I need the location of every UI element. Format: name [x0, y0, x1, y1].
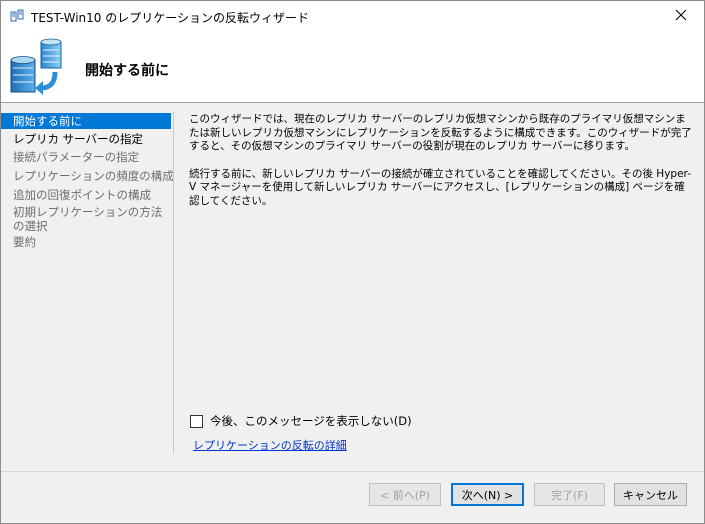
dont-show-again-row[interactable]: 今後、このメッセージを表示しない(D): [190, 413, 412, 429]
title-bar: TEST-Win10 のレプリケーションの反転ウィザード: [1, 1, 704, 32]
replication-icon: [10, 9, 24, 23]
nav-item-summary: 要約: [13, 235, 36, 249]
nav-item-recovery-points: 追加の回復ポイントの構成: [13, 188, 151, 202]
dont-show-again-label[interactable]: 今後、このメッセージを表示しない(D): [210, 413, 412, 429]
nav-item-initial-replication: 初期レプリケーションの方法の選択: [13, 205, 163, 233]
description-paragraph-1: このウィザードでは、現在のレプリカ サーバーのレプリカ仮想マシンから既存のプライ…: [189, 113, 692, 152]
dont-show-again-checkbox[interactable]: [190, 414, 203, 428]
footer-divider: [1, 471, 704, 472]
servers-replication-icon: [7, 38, 69, 98]
description-paragraph-2: 続行する前に、新しいレプリカ サーバーの接続が確立されていることを確認してくださ…: [189, 167, 691, 207]
nav-item-before-you-begin[interactable]: 開始する前に: [1, 113, 171, 129]
nav-item-connection-params: 接続パラメーターの指定: [13, 150, 140, 164]
window-title: TEST-Win10 のレプリケーションの反転ウィザード: [31, 11, 309, 25]
finish-button[interactable]: 完了(F): [534, 483, 605, 506]
cancel-button[interactable]: キャンセル: [614, 483, 687, 506]
nav-item-replication-frequency: レプリケーションの頻度の構成: [13, 169, 174, 183]
wizard-window: TEST-Win10 のレプリケーションの反転ウィザード 開始する前に 開始する…: [0, 0, 705, 524]
reverse-replication-details-link[interactable]: レプリケーションの反転の詳細: [193, 437, 347, 453]
next-button[interactable]: 次へ(N) >: [451, 483, 524, 506]
wizard-nav: 開始する前に レプリカ サーバーの指定 接続パラメーターの指定 レプリケーション…: [1, 104, 174, 454]
close-icon: [675, 9, 687, 24]
wizard-header: 開始する前に: [1, 32, 704, 103]
nav-item-replica-server[interactable]: レプリカ サーバーの指定: [1, 131, 171, 147]
page-title: 開始する前に: [85, 63, 169, 79]
wizard-content: このウィザードでは、現在のレプリカ サーバーのレプリカ仮想マシンから既存のプライ…: [189, 113, 694, 222]
prev-button[interactable]: < 前へ(P): [369, 483, 441, 506]
close-button[interactable]: [658, 1, 704, 32]
nav-divider: [173, 112, 174, 454]
